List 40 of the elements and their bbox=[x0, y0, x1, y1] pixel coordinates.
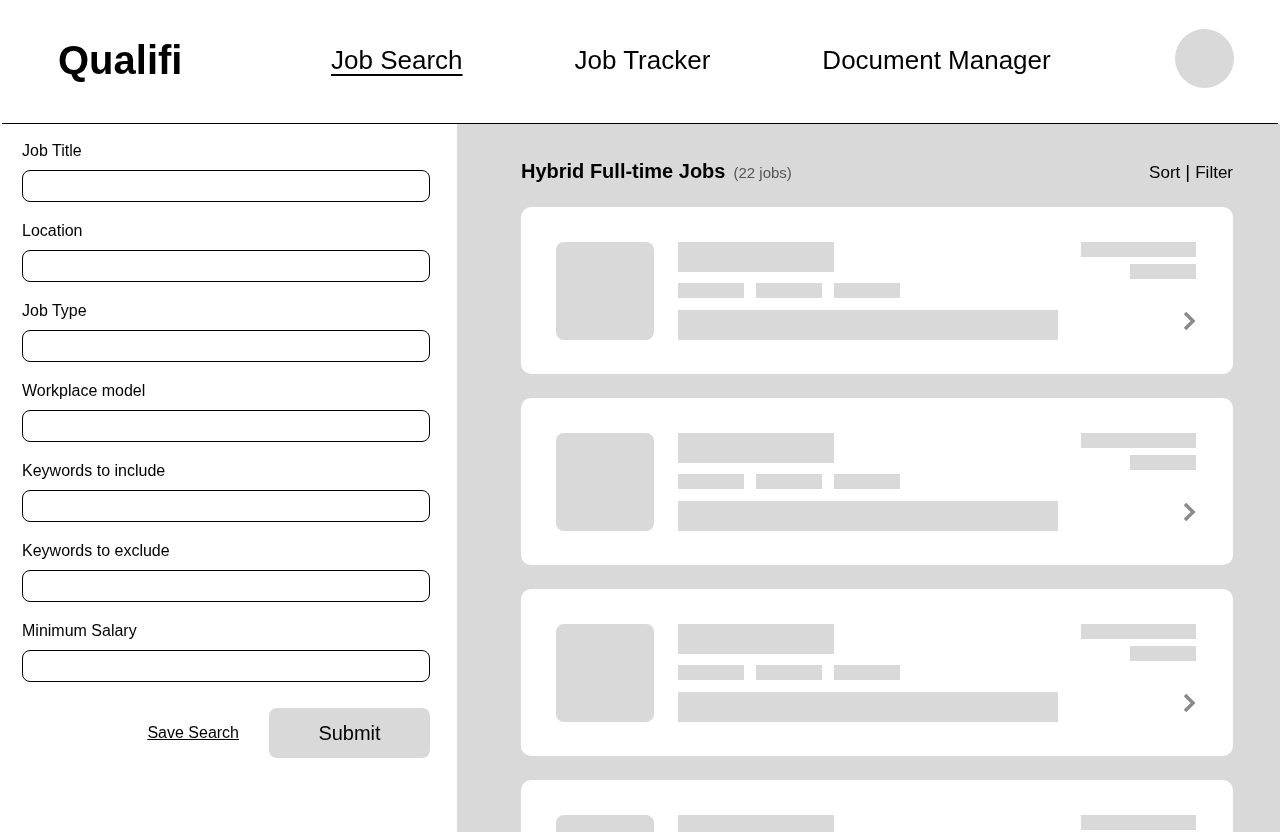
nav-link[interactable]: Document Manager bbox=[822, 44, 1051, 79]
input-field[interactable] bbox=[22, 410, 430, 442]
filter-link[interactable]: Filter bbox=[1195, 163, 1233, 183]
input-field[interactable] bbox=[22, 490, 430, 522]
input-field[interactable] bbox=[22, 170, 430, 202]
separator: | bbox=[1185, 161, 1191, 183]
placeholder-bar bbox=[756, 665, 822, 680]
field-label: Minimum Salary bbox=[22, 622, 138, 640]
submit-button[interactable]: Submit bbox=[269, 708, 430, 758]
placeholder-bar bbox=[756, 474, 822, 489]
placeholder-bar bbox=[834, 665, 900, 680]
placeholder-bar bbox=[1130, 646, 1196, 661]
chevron-right-icon[interactable] bbox=[1182, 310, 1196, 332]
field-label: Job Title bbox=[22, 142, 83, 160]
input-field[interactable] bbox=[22, 250, 430, 282]
chevron-right-icon[interactable] bbox=[1182, 692, 1196, 714]
field-label: Job Type bbox=[22, 302, 88, 320]
placeholder-bar bbox=[834, 283, 900, 298]
placeholder-bar bbox=[1130, 455, 1196, 470]
save-search-link[interactable]: Save Search bbox=[147, 724, 239, 742]
field-label: Keywords to exclude bbox=[22, 542, 171, 560]
nav-link[interactable]: Job Tracker bbox=[574, 44, 711, 79]
placeholder-bar bbox=[678, 474, 744, 489]
field-label: Keywords to include bbox=[22, 462, 167, 480]
placeholder-bar bbox=[834, 474, 900, 489]
field-label: Workplace model bbox=[22, 382, 147, 400]
input-field[interactable] bbox=[22, 570, 430, 602]
field-label: Location bbox=[22, 222, 84, 240]
logo: Qualifi bbox=[58, 38, 184, 84]
sort-link[interactable]: Sort bbox=[1149, 163, 1181, 183]
placeholder-bar bbox=[756, 283, 822, 298]
chevron-right-icon[interactable] bbox=[1182, 501, 1196, 523]
results-title: Hybrid Full-time Jobs bbox=[521, 160, 726, 183]
placeholder-bar bbox=[678, 283, 744, 298]
placeholder-bar bbox=[678, 665, 744, 680]
input-field[interactable] bbox=[22, 650, 430, 682]
placeholder-bar bbox=[1130, 264, 1196, 279]
input-field[interactable] bbox=[22, 330, 430, 362]
job-count: (22 jobs) bbox=[733, 164, 792, 181]
nav-link[interactable]: Job Search bbox=[331, 44, 463, 79]
